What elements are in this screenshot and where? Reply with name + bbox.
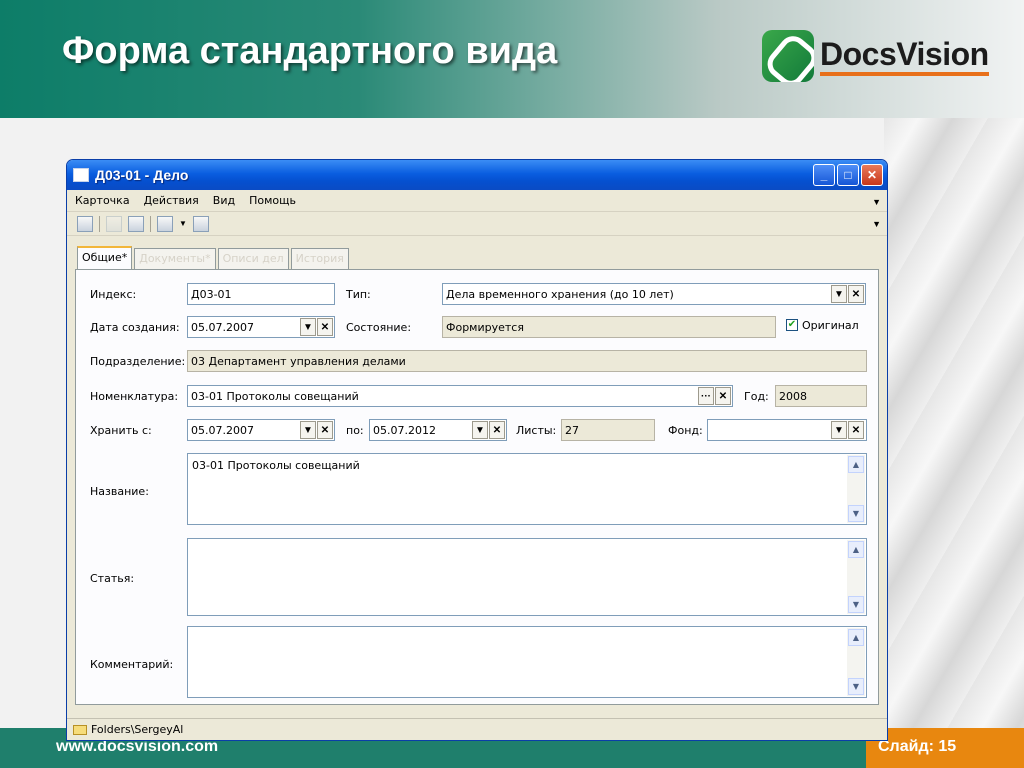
- nomenclature-label: Номенклатура:: [90, 390, 179, 403]
- original-checkbox[interactable]: ✔: [786, 319, 798, 331]
- case-card-window: Д03-01 - Дело _ □ ✕ Карточка Действия Ви…: [66, 159, 888, 741]
- edit-icon[interactable]: [128, 215, 144, 232]
- tab-panel-general: Индекс: Д03-01 Тип: Дела временного хран…: [75, 269, 879, 705]
- keep-from-label: Хранить с:: [90, 424, 152, 437]
- tab-general[interactable]: Общие*: [77, 246, 133, 269]
- menu-overflow-icon[interactable]: ▼: [872, 197, 881, 207]
- window-title: Д03-01 - Дело: [95, 167, 189, 183]
- tab-documents[interactable]: Документы*: [134, 248, 216, 269]
- fund-clear-icon[interactable]: ✕: [848, 421, 864, 439]
- menu-help[interactable]: Помощь: [249, 194, 296, 207]
- menu-card[interactable]: Карточка: [75, 194, 130, 207]
- status-bar: Folders\SergeyAl: [67, 718, 887, 740]
- comment-label: Комментарий:: [90, 658, 174, 671]
- tab-history[interactable]: История: [290, 248, 349, 269]
- maximize-button[interactable]: □: [837, 164, 859, 186]
- nomenclature-browse-icon[interactable]: ···: [698, 387, 714, 405]
- folder-path: Folders\SergeyAl: [91, 723, 184, 736]
- folder-icon: [73, 724, 87, 735]
- slide-number: Слайд: 15: [866, 728, 1024, 768]
- move-icon[interactable]: [157, 215, 173, 232]
- window-titlebar[interactable]: Д03-01 - Дело _ □ ✕: [67, 160, 887, 190]
- scroll-down-icon[interactable]: ▼: [848, 678, 864, 695]
- sheets-label: Листы:: [516, 424, 557, 437]
- article-scrollbar[interactable]: ▲ ▼: [847, 540, 865, 614]
- scroll-up-icon[interactable]: ▲: [848, 541, 864, 558]
- name-textarea[interactable]: 03-01 Протоколы совещаний ▲ ▼: [187, 453, 867, 525]
- sheets-field: 27: [561, 419, 655, 441]
- keep-from-dropdown-icon[interactable]: ▼: [300, 421, 316, 439]
- save-icon[interactable]: [77, 215, 93, 232]
- type-select[interactable]: Дела временного хранения (до 10 лет): [442, 283, 866, 305]
- scroll-up-icon[interactable]: ▲: [848, 456, 864, 473]
- name-label: Название:: [90, 485, 149, 498]
- docsvision-logo-icon: [762, 30, 814, 82]
- delete-icon[interactable]: [192, 215, 209, 232]
- comment-textarea[interactable]: ▲ ▼: [187, 626, 867, 698]
- keep-to-label: по:: [346, 424, 364, 437]
- keep-to-clear-icon[interactable]: ✕: [489, 421, 505, 439]
- scroll-up-icon[interactable]: ▲: [848, 629, 864, 646]
- keep-to-dropdown-icon[interactable]: ▼: [472, 421, 488, 439]
- state-field: Формируется: [442, 316, 776, 338]
- type-label: Тип:: [346, 288, 371, 301]
- index-field[interactable]: Д03-01: [187, 283, 335, 305]
- menu-view[interactable]: Вид: [213, 194, 235, 207]
- created-date-clear-icon[interactable]: ✕: [317, 318, 333, 336]
- menu-actions[interactable]: Действия: [144, 194, 199, 207]
- original-label: Оригинал: [802, 319, 859, 332]
- article-label: Статья:: [90, 572, 135, 585]
- toolbar: ▼ ▼: [67, 212, 887, 236]
- menu-bar: Карточка Действия Вид Помощь ▼: [67, 190, 887, 212]
- slide-background-decor: [884, 118, 1024, 728]
- nomenclature-clear-icon[interactable]: ✕: [715, 387, 731, 405]
- comment-scrollbar[interactable]: ▲ ▼: [847, 628, 865, 696]
- type-dropdown-icon[interactable]: ▼: [831, 285, 847, 303]
- scroll-down-icon[interactable]: ▼: [848, 596, 864, 613]
- name-scrollbar[interactable]: ▲ ▼: [847, 455, 865, 523]
- docsvision-logo: DocsVision: [762, 28, 989, 84]
- article-textarea[interactable]: ▲ ▼: [187, 538, 867, 616]
- minimize-button[interactable]: _: [813, 164, 835, 186]
- refresh-icon[interactable]: [106, 215, 122, 232]
- name-text: 03-01 Протоколы совещаний: [192, 459, 360, 472]
- index-label: Индекс:: [90, 288, 137, 301]
- division-label: Подразделение:: [90, 355, 186, 368]
- toolbar-separator: [99, 215, 100, 232]
- close-button[interactable]: ✕: [861, 164, 883, 186]
- tab-inventories[interactable]: Описи дел: [217, 248, 289, 269]
- keep-from-clear-icon[interactable]: ✕: [317, 421, 333, 439]
- state-label: Состояние:: [346, 321, 412, 334]
- division-field: 03 Департамент управления делами: [187, 350, 867, 372]
- created-date-dropdown-icon[interactable]: ▼: [300, 318, 316, 336]
- scroll-down-icon[interactable]: ▼: [848, 505, 864, 522]
- slide-title: Форма стандартного вида: [62, 30, 558, 72]
- type-clear-icon[interactable]: ✕: [848, 285, 864, 303]
- tab-strip: Общие* Документы* Описи дел История: [77, 246, 351, 269]
- toolbar-overflow-icon[interactable]: ▼: [872, 219, 881, 229]
- fund-label: Фонд:: [668, 424, 703, 437]
- year-label: Год:: [744, 390, 769, 403]
- window-icon: [73, 168, 89, 182]
- logo-text: DocsVision: [820, 36, 989, 76]
- nomenclature-field[interactable]: 03-01 Протоколы совещаний: [187, 385, 733, 407]
- year-field: 2008: [775, 385, 867, 407]
- move-dropdown-icon[interactable]: ▼: [179, 219, 187, 228]
- fund-dropdown-icon[interactable]: ▼: [831, 421, 847, 439]
- toolbar-separator: [150, 215, 151, 232]
- created-label: Дата создания:: [90, 321, 180, 334]
